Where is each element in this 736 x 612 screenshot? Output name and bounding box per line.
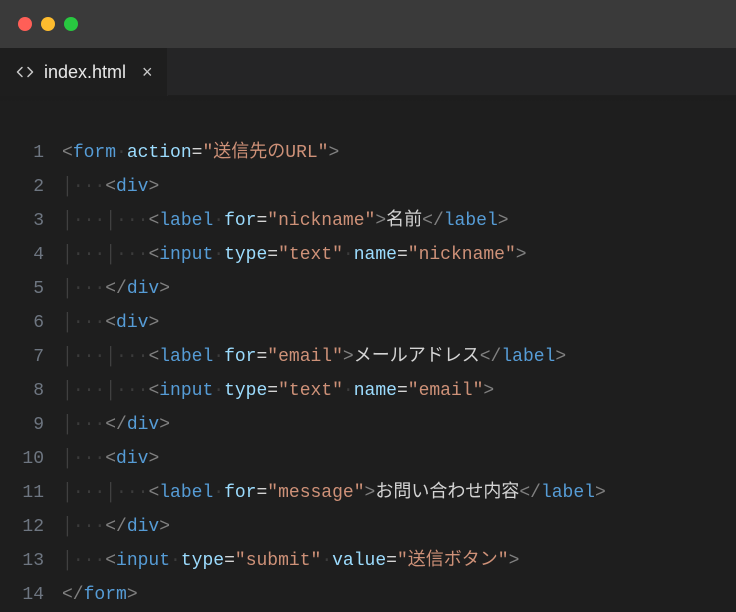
code-file-icon: [16, 63, 34, 81]
code-line[interactable]: │···</div>: [62, 510, 736, 544]
line-number: 6: [0, 306, 44, 340]
tab-index-html[interactable]: index.html ×: [0, 48, 168, 96]
code-content[interactable]: <form·action="送信先のURL">│···<div>│···│···…: [62, 136, 736, 612]
code-line[interactable]: │···│···<input·type="text"·name="nicknam…: [62, 238, 736, 272]
line-number: 3: [0, 204, 44, 238]
tab-bar: index.html ×: [0, 48, 736, 96]
maximize-window-button[interactable]: [64, 17, 78, 31]
code-line[interactable]: │···│···<input·type="text"·name="email">: [62, 374, 736, 408]
code-line[interactable]: │···│···<label·for="nickname">名前</label>: [62, 204, 736, 238]
line-number: 8: [0, 374, 44, 408]
close-tab-icon[interactable]: ×: [142, 62, 153, 83]
line-number: 13: [0, 544, 44, 578]
line-number: 9: [0, 408, 44, 442]
tab-filename: index.html: [44, 62, 126, 83]
code-line[interactable]: </form>: [62, 578, 736, 612]
code-line[interactable]: │···│···<label·for="email">メールアドレス</labe…: [62, 340, 736, 374]
code-line[interactable]: │···<div>: [62, 170, 736, 204]
line-number: 14: [0, 578, 44, 612]
close-window-button[interactable]: [18, 17, 32, 31]
tab-shadow: [0, 96, 736, 106]
line-number: 5: [0, 272, 44, 306]
line-number: 10: [0, 442, 44, 476]
code-line[interactable]: <form·action="送信先のURL">: [62, 136, 736, 170]
code-line[interactable]: │···</div>: [62, 408, 736, 442]
line-number: 4: [0, 238, 44, 272]
tab-bar-fill: [168, 48, 736, 96]
code-line[interactable]: │···<input·type="submit"·value="送信ボタン">: [62, 544, 736, 578]
window-titlebar: [0, 0, 736, 48]
line-number-gutter: 1234567891011121314: [0, 136, 62, 612]
line-number: 11: [0, 476, 44, 510]
code-line[interactable]: │···<div>: [62, 306, 736, 340]
line-number: 1: [0, 136, 44, 170]
line-number: 7: [0, 340, 44, 374]
minimize-window-button[interactable]: [41, 17, 55, 31]
editor-area[interactable]: 1234567891011121314 <form·action="送信先のUR…: [0, 106, 736, 612]
code-line[interactable]: │···<div>: [62, 442, 736, 476]
code-line[interactable]: │···│···<label·for="message">お問い合わせ内容</l…: [62, 476, 736, 510]
line-number: 2: [0, 170, 44, 204]
line-number: 12: [0, 510, 44, 544]
code-line[interactable]: │···</div>: [62, 272, 736, 306]
